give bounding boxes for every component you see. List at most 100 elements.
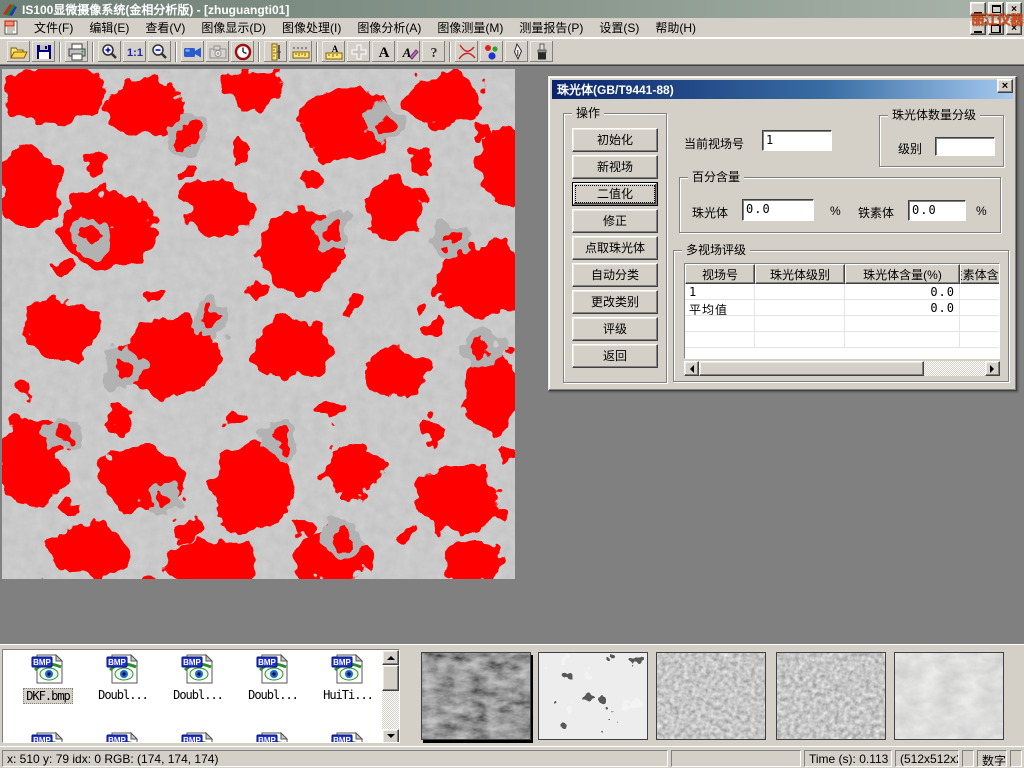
- thumbnail-image[interactable]: [776, 652, 886, 740]
- change-class-button[interactable]: 更改类别: [572, 290, 658, 314]
- table-hscrollbar[interactable]: [684, 361, 1000, 376]
- open-folder-icon: [9, 43, 29, 61]
- help-button[interactable]: ?: [421, 40, 446, 63]
- init-button[interactable]: 初始化: [572, 128, 658, 152]
- table-row[interactable]: 1 0.0: [685, 284, 999, 300]
- file-list-vscrollbar[interactable]: [382, 650, 399, 743]
- edit-text-button[interactable]: A: [396, 40, 421, 63]
- cursor-position-panel: x: 510 y: 79 idx: 0 RGB: (174, 174, 174): [2, 750, 668, 767]
- menu-image-display[interactable]: 图像显示(D): [193, 17, 274, 38]
- curve-tool-button[interactable]: [454, 40, 479, 63]
- binarize-button[interactable]: 二值化: [572, 182, 658, 206]
- rate-button[interactable]: 评级: [572, 317, 658, 341]
- menu-settings[interactable]: 设置(S): [591, 17, 647, 38]
- svg-text:?: ?: [430, 46, 437, 61]
- rating-table[interactable]: 视场号 珠光体级别 珠光体含量(%) 铁素体含量(%) 1 0.0 平均值: [684, 263, 1000, 359]
- menu-image-measure[interactable]: 图像测量(M): [429, 17, 511, 38]
- app-icon: [2, 2, 18, 16]
- file-item[interactable]: Doubl...: [90, 654, 156, 702]
- scroll-up-button[interactable]: [382, 650, 399, 665]
- ruler-measure-button[interactable]: [288, 40, 313, 63]
- edit-text-icon: A: [399, 43, 419, 61]
- current-field-input[interactable]: 1: [762, 130, 832, 151]
- scroll-right-button[interactable]: [985, 361, 1000, 376]
- window-title: IS100显微摄像系统(金相分析版) - [zhuguangti01]: [22, 1, 289, 18]
- timer-clock-icon: [233, 43, 253, 61]
- new-field-button[interactable]: 新视场: [572, 155, 658, 179]
- auto-classify-button[interactable]: 自动分类: [572, 263, 658, 287]
- scroll-left-button[interactable]: [684, 361, 699, 376]
- file-item[interactable]: [165, 732, 231, 743]
- thumbnail-image[interactable]: [894, 652, 1004, 740]
- file-item[interactable]: Doubl...: [240, 654, 306, 702]
- grading-group-label: 珠光体数量分级: [888, 108, 980, 122]
- col-field-number: 视场号: [685, 264, 755, 284]
- dialog-close-button[interactable]: ×: [997, 79, 1013, 93]
- menu-image-analysis[interactable]: 图像分析(A): [349, 17, 429, 38]
- ferrite-percent-input[interactable]: 0.0: [908, 200, 966, 221]
- bmp-file-icon: [31, 732, 65, 743]
- zoom-out-button[interactable]: [147, 40, 172, 63]
- file-item[interactable]: HuiTi...: [315, 654, 381, 702]
- file-item[interactable]: [240, 732, 306, 743]
- table-row[interactable]: 平均值 0.0: [685, 300, 999, 316]
- actual-size-button[interactable]: 1:1: [122, 40, 147, 63]
- svg-text:A: A: [378, 45, 389, 61]
- file-item[interactable]: [90, 732, 156, 743]
- menu-edit[interactable]: 编辑(E): [81, 17, 137, 38]
- move-tool-button[interactable]: [346, 40, 371, 63]
- level-input[interactable]: [935, 137, 995, 156]
- menu-view[interactable]: 查看(V): [137, 17, 193, 38]
- particle-classify-button[interactable]: [479, 40, 504, 63]
- measure-annotate-button[interactable]: A: [321, 40, 346, 63]
- save-button[interactable]: [31, 40, 56, 63]
- print-button[interactable]: [64, 40, 89, 63]
- return-button[interactable]: 返回: [572, 344, 658, 368]
- caliper-measure-button[interactable]: [263, 40, 288, 63]
- svg-text:A: A: [331, 44, 338, 54]
- title-bar: IS100显微摄像系统(金相分析版) - [zhuguangti01] ×: [0, 0, 1024, 18]
- file-item[interactable]: [15, 732, 81, 743]
- one-to-one-icon: 1:1: [125, 43, 145, 61]
- dialog-title: 珠光体(GB/T9441-88): [557, 81, 674, 98]
- thumbnail-image[interactable]: [656, 652, 766, 740]
- bmp-file-icon: [106, 732, 140, 743]
- video-capture-button[interactable]: [180, 40, 205, 63]
- toolbar-separator: [258, 42, 260, 62]
- file-item[interactable]: Doubl...: [165, 654, 231, 702]
- pen-tool-button[interactable]: [504, 40, 529, 63]
- zoom-out-icon: [150, 43, 170, 61]
- file-name: Doubl...: [96, 688, 150, 702]
- menu-image-process[interactable]: 图像处理(I): [274, 17, 349, 38]
- empty-panel: [671, 750, 801, 767]
- svg-text:1:1: 1:1: [127, 47, 143, 59]
- printer-icon: [67, 43, 87, 61]
- menu-help[interactable]: 帮助(H): [647, 17, 704, 38]
- thumbnail-image[interactable]: [421, 652, 531, 740]
- correct-button[interactable]: 修正: [572, 209, 658, 233]
- menu-measure-report[interactable]: 测量报告(P): [511, 17, 591, 38]
- thumbnail-image[interactable]: [538, 652, 648, 740]
- text-tool-button[interactable]: A: [371, 40, 396, 63]
- brush-tool-button[interactable]: [529, 40, 554, 63]
- open-button[interactable]: [6, 40, 31, 63]
- pearlite-percent-input[interactable]: 0.0: [742, 199, 814, 221]
- timer-button[interactable]: [230, 40, 255, 63]
- ruler-icon: [291, 43, 311, 61]
- pick-pearlite-button[interactable]: 点取珠光体: [572, 236, 658, 260]
- bmp-file-icon: [256, 732, 290, 743]
- col-ferrite-content: 铁素体含量(%): [960, 264, 1000, 284]
- scroll-thumb[interactable]: [382, 665, 399, 691]
- specimen-image[interactable]: [2, 69, 515, 579]
- photo-capture-button[interactable]: [205, 40, 230, 63]
- dialog-title-bar[interactable]: 珠光体(GB/T9441-88): [552, 80, 1013, 99]
- file-item[interactable]: DKF.bmp: [15, 654, 81, 704]
- scroll-thumb[interactable]: [699, 361, 924, 376]
- mode-panel: 数字: [977, 750, 1007, 767]
- scroll-track[interactable]: [924, 361, 985, 376]
- menu-file[interactable]: 文件(F): [26, 17, 81, 38]
- file-item[interactable]: [315, 732, 381, 743]
- document-icon: [4, 20, 20, 35]
- zoom-in-button[interactable]: [97, 40, 122, 63]
- scroll-down-button[interactable]: [382, 729, 399, 743]
